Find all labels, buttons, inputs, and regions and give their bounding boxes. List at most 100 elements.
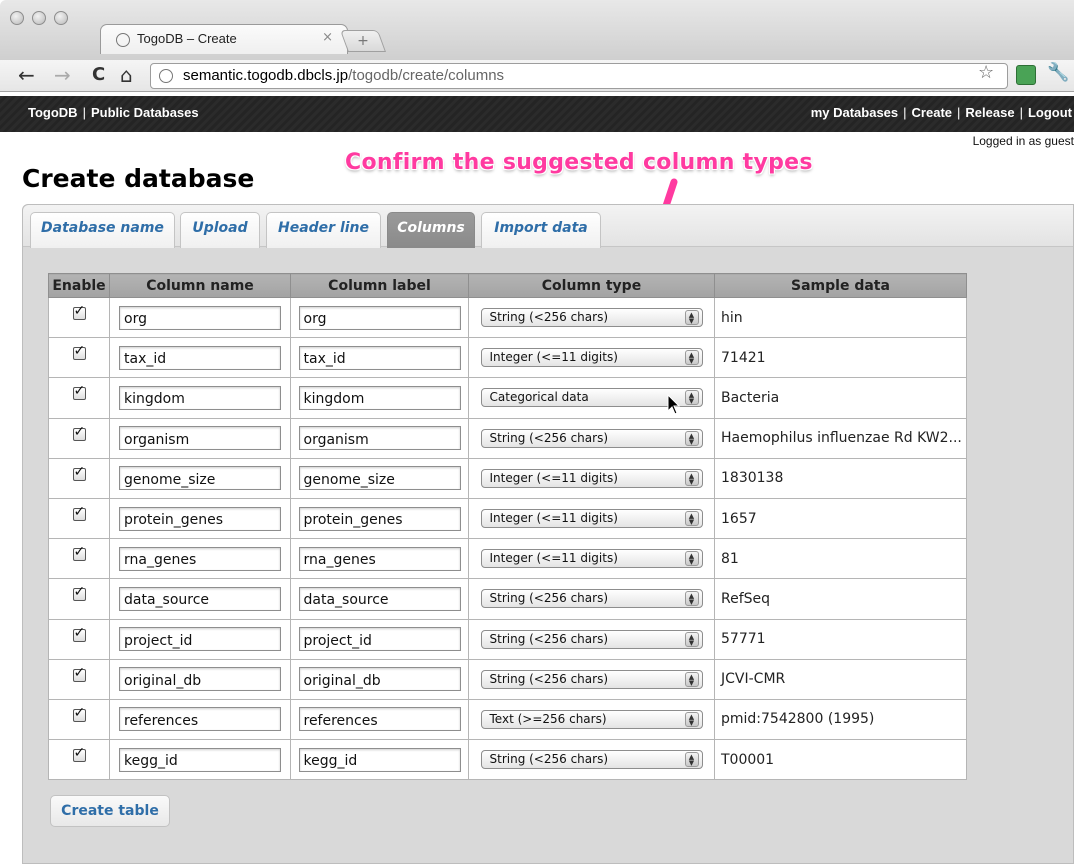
close-window-icon[interactable]	[10, 11, 24, 25]
table-row: Text (>=256 chars)▲▼ pmid:7542800 (1995)	[48, 698, 967, 741]
select-arrows-icon: ▲ ▼	[684, 551, 699, 567]
enable-checkbox[interactable]	[72, 383, 86, 401]
column-label-input[interactable]	[298, 586, 461, 611]
select-arrows-icon: ▲ ▼	[684, 470, 699, 486]
tab-columns[interactable]: Columns	[387, 212, 475, 248]
column-type-select[interactable]: Integer (<=11 digits) ▲ ▼	[480, 549, 703, 569]
enable-checkbox[interactable]	[72, 343, 86, 361]
column-type-select[interactable]: String (<256 chars) ▲ ▼	[480, 589, 703, 609]
sample-data-cell: JCVI-CMR	[714, 658, 967, 700]
public-databases-link[interactable]: Public Databases	[91, 105, 199, 120]
header-enable: Enable	[48, 273, 110, 298]
column-type-select[interactable]: String (<256 chars) ▲ ▼	[480, 669, 703, 689]
column-label-input[interactable]	[298, 385, 461, 410]
create-panel: Database name Upload Header line Columns…	[22, 204, 1074, 864]
column-name-input[interactable]	[119, 426, 281, 451]
tab-close-icon[interactable]: ×	[322, 30, 333, 45]
reload-icon[interactable]: C	[92, 64, 105, 86]
column-type-select[interactable]: Integer (<=11 digits) ▲ ▼	[480, 509, 703, 529]
column-name-input[interactable]	[119, 506, 281, 531]
logout-link[interactable]: Logout	[1028, 105, 1072, 120]
enable-checkbox[interactable]	[72, 705, 86, 722]
logged-in-status: Logged in as guest	[972, 134, 1074, 148]
enable-checkbox[interactable]	[72, 745, 86, 763]
plus-icon: +	[357, 33, 369, 49]
browser-tab[interactable]: TogoDB – Create ×	[100, 24, 348, 54]
column-label-input[interactable]	[298, 546, 461, 571]
column-name-input[interactable]	[119, 345, 281, 370]
bookmark-star-icon[interactable]: ☆	[978, 62, 994, 83]
column-name-input[interactable]	[119, 667, 281, 692]
column-type-select[interactable]: Integer (<=11 digits) ▲ ▼	[480, 468, 703, 488]
wrench-icon[interactable]: 🔧	[1047, 62, 1069, 83]
column-name-input[interactable]	[119, 385, 281, 410]
column-label-input[interactable]	[298, 426, 461, 451]
table-row: String (<256 chars)▲▼ RefSeq	[48, 578, 967, 620]
column-type-select[interactable]: String (<256 chars) ▲ ▼	[480, 308, 703, 328]
tab-database-name[interactable]: Database name	[30, 212, 175, 248]
column-name-input[interactable]	[119, 305, 281, 330]
zoom-window-icon[interactable]	[54, 11, 68, 25]
brand-link[interactable]: TogoDB	[28, 105, 78, 120]
enable-checkbox[interactable]	[72, 424, 86, 441]
enable-checkbox[interactable]	[72, 303, 86, 321]
column-label-input[interactable]	[298, 305, 461, 330]
column-type-select[interactable]: Integer (<=11 digits) ▲ ▼	[480, 348, 703, 368]
sample-data-cell: 57771	[714, 618, 967, 660]
enable-checkbox[interactable]	[72, 504, 86, 522]
column-name-input[interactable]	[119, 546, 281, 571]
select-arrows-icon: ▲ ▼	[684, 511, 699, 527]
tab-header-line[interactable]: Header line	[266, 212, 381, 248]
column-type-select[interactable]: String (<256 chars) ▲ ▼	[480, 428, 703, 448]
column-label-input[interactable]	[298, 747, 461, 772]
table-row: String (<256 chars)▲▼ JCVI-CMR	[48, 658, 967, 700]
column-name-input[interactable]	[119, 627, 281, 652]
enable-checkbox[interactable]	[72, 584, 86, 602]
column-label-input[interactable]	[298, 466, 461, 491]
tab-import-data[interactable]: Import data	[481, 212, 601, 248]
header-column-label: Column label	[290, 273, 469, 298]
home-icon[interactable]: ⌂	[120, 64, 133, 86]
release-link[interactable]: Release	[965, 105, 1014, 120]
sample-data-cell: pmid:7542800 (1995)	[714, 698, 967, 741]
enable-checkbox[interactable]	[72, 544, 86, 562]
my-databases-link[interactable]: my Databases	[811, 105, 898, 120]
column-type-select[interactable]: String (<256 chars) ▲ ▼	[480, 750, 703, 770]
create-link[interactable]: Create	[912, 105, 952, 120]
column-label-input[interactable]	[298, 707, 461, 732]
back-arrow-icon[interactable]: ←	[18, 64, 35, 86]
select-arrows-icon: ▲ ▼	[684, 671, 699, 687]
minimize-window-icon[interactable]	[32, 11, 46, 25]
column-label-input[interactable]	[298, 506, 461, 531]
table-row: String (<256 chars)▲▼ 57771	[48, 618, 967, 660]
table-row: Integer (<=11 digits)▲▼ 1657	[48, 497, 967, 540]
column-label-input[interactable]	[298, 627, 461, 652]
column-name-input[interactable]	[119, 747, 281, 772]
page-title: Create database	[22, 164, 255, 193]
column-name-input[interactable]	[119, 586, 281, 611]
forward-arrow-icon[interactable]: →	[54, 64, 71, 86]
column-name-input[interactable]	[119, 707, 281, 732]
table-header-row: Enable Column name Column label Column t…	[48, 273, 967, 298]
select-arrows-icon: ▲ ▼	[684, 310, 699, 326]
column-name-input[interactable]	[119, 466, 281, 491]
tab-upload[interactable]: Upload	[180, 212, 260, 248]
header-sample-data: Sample data	[714, 273, 967, 298]
column-type-select[interactable]: Text (>=256 chars) ▲ ▼	[480, 709, 703, 729]
address-bar[interactable]: semantic.togodb.dbcls.jp/togodb/create/c…	[150, 63, 1008, 89]
sample-data-cell: 71421	[714, 337, 967, 379]
browser-toolbar: ← → C ⌂ semantic.togodb.dbcls.jp/togodb/…	[0, 60, 1074, 92]
create-table-button[interactable]: Create table	[50, 795, 170, 827]
new-tab-button[interactable]: +	[339, 30, 387, 52]
enable-checkbox[interactable]	[72, 665, 86, 682]
select-arrows-icon: ▲ ▼	[684, 752, 699, 768]
enable-checkbox[interactable]	[72, 464, 86, 481]
sample-data-cell: 1830138	[714, 457, 967, 499]
sample-data-cell: RefSeq	[714, 578, 967, 620]
evernote-extension-icon[interactable]	[1016, 65, 1036, 85]
column-label-input[interactable]	[298, 667, 461, 692]
table-row: Integer (<=11 digits)▲▼ 81	[48, 538, 967, 580]
column-label-input[interactable]	[298, 345, 461, 370]
column-type-select[interactable]: String (<256 chars) ▲ ▼	[480, 629, 703, 649]
enable-checkbox[interactable]	[72, 625, 86, 642]
